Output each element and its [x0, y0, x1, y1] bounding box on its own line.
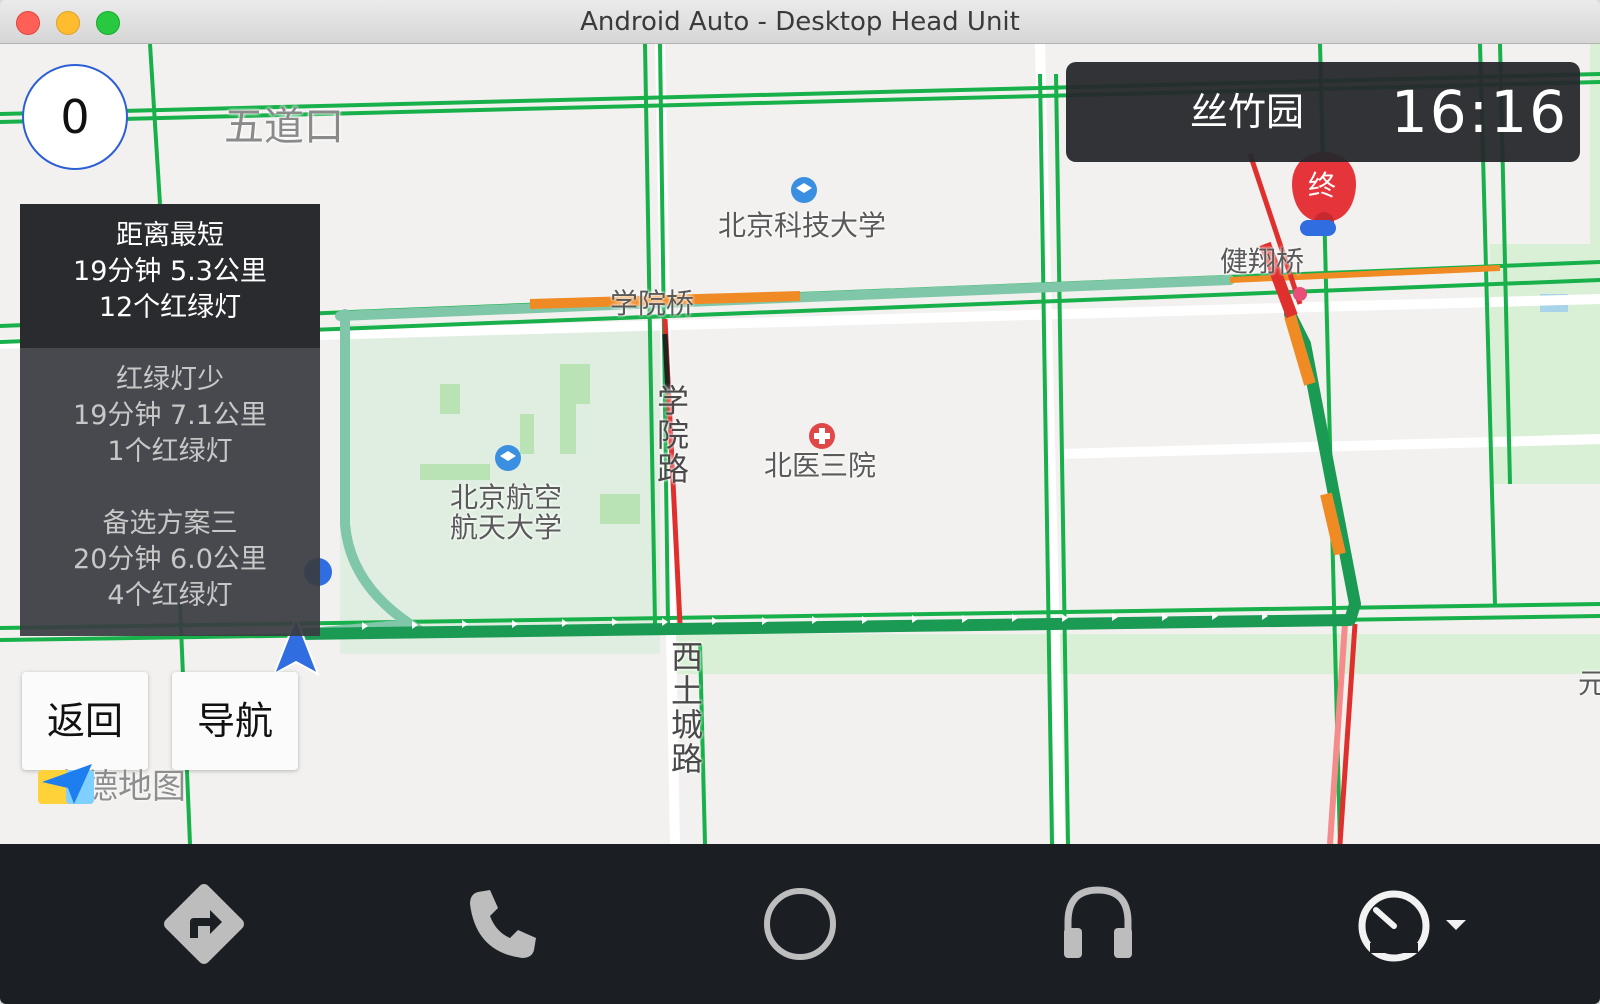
- route-option-name: 距离最短: [116, 220, 224, 251]
- chevron-down-icon: [1446, 920, 1466, 930]
- amap-logo: 高德地图: [38, 760, 186, 807]
- nav-dashboard-button[interactable]: [1348, 874, 1478, 974]
- amap-logo-icon: [38, 764, 94, 804]
- map-label-beiyisanyuan: 北医三院: [764, 449, 877, 482]
- nav-phone-button[interactable]: [452, 874, 552, 974]
- route-option-2[interactable]: 红绿灯少 19分钟 7.1公里 1个红绿灯: [20, 348, 320, 492]
- map-label-xueyuanlu: 学院路: [652, 384, 690, 486]
- map-label-jianxiangqiao: 健翔桥: [1220, 245, 1305, 278]
- route-option-name: 备选方案三: [102, 508, 238, 539]
- destination-card[interactable]: 丝竹园 16:16: [1066, 62, 1580, 162]
- route-option-name: 红绿灯少: [116, 364, 224, 395]
- route-option-lights: 12个红绿灯: [98, 292, 242, 323]
- route-option-summary: 19分钟 7.1公里: [73, 400, 267, 431]
- route-option-lights: 4个红绿灯: [107, 580, 233, 611]
- map-label-ustb: 北京科技大学: [718, 209, 887, 242]
- back-button[interactable]: 返回: [22, 672, 148, 770]
- speed-indicator: 0: [22, 64, 128, 170]
- map-label-edge: 元: [1578, 667, 1600, 700]
- home-circle-icon: [764, 888, 836, 960]
- map-label-beihang-line2: 航天大学: [450, 511, 563, 544]
- app-window: Android Auto - Desktop Head Unit 五道口 北京科…: [0, 0, 1600, 1004]
- route-option-summary: 19分钟 5.3公里: [73, 256, 267, 287]
- map-label-xueyuanqiao: 学院桥: [610, 287, 695, 320]
- destination-name: 丝竹园: [1190, 90, 1305, 134]
- title-bar: Android Auto - Desktop Head Unit: [0, 0, 1600, 44]
- headphones-icon: [1064, 886, 1132, 958]
- navigate-button[interactable]: 导航: [172, 672, 298, 770]
- window-title: Android Auto - Desktop Head Unit: [580, 7, 1020, 37]
- map-label-xitucheng: 西土城路: [666, 640, 704, 776]
- route-options-panel: 距离最短 19分钟 5.3公里 12个红绿灯 红绿灯少 19分钟 7.1公里 1…: [20, 204, 320, 636]
- destination-marker-label: 终: [1308, 169, 1337, 202]
- route-option-3[interactable]: 备选方案三 20分钟 6.0公里 4个红绿灯: [20, 492, 320, 636]
- map-label-wudaokou: 五道口: [224, 104, 344, 150]
- directions-icon: [164, 884, 244, 964]
- nav-home-button[interactable]: [750, 874, 850, 974]
- speedometer-icon: [1358, 890, 1466, 962]
- route-option-1[interactable]: 距离最短 19分钟 5.3公里 12个红绿灯: [20, 204, 320, 348]
- nav-media-button[interactable]: [1048, 874, 1148, 974]
- route-option-lights: 1个红绿灯: [107, 436, 233, 467]
- nav-directions-button[interactable]: [154, 874, 254, 974]
- clock-time: 16:16: [1390, 78, 1568, 146]
- phone-icon: [470, 890, 536, 958]
- bottom-nav-bar: [0, 844, 1600, 1004]
- map-view[interactable]: 五道口 北京科技大学 学院桥 学院路 北京航空 航天大学 北医三院 西土城路 健…: [0, 44, 1600, 844]
- route-option-summary: 20分钟 6.0公里: [73, 544, 267, 575]
